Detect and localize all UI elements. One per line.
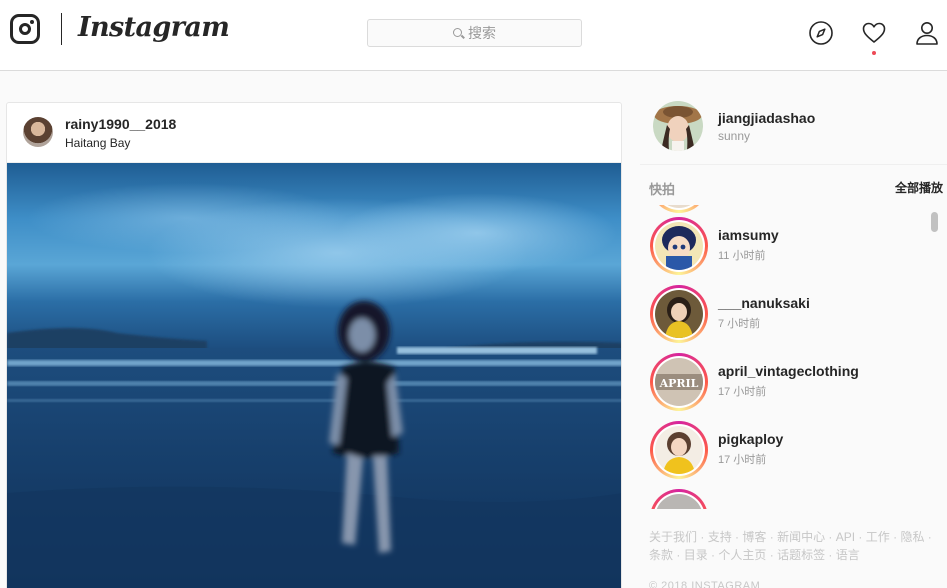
watch-all-button[interactable]: 全部播放: [895, 179, 943, 196]
story-ring: [650, 217, 708, 275]
top-navigation-bar: Instagram 搜索: [0, 0, 947, 71]
story-avatar: APRIL: [655, 358, 703, 406]
footer-link[interactable]: 条款: [649, 548, 673, 562]
footer-link[interactable]: 支持: [708, 530, 732, 544]
story-ring: APRIL: [650, 353, 708, 411]
story-item[interactable]: APRIL april_vintageclothing 17 小时前: [640, 349, 930, 413]
story-username: pigkaploy: [718, 431, 784, 447]
search-input[interactable]: 搜索: [367, 19, 582, 47]
search-placeholder: 搜索: [468, 25, 496, 41]
stories-scrollbar[interactable]: [930, 210, 938, 508]
story-item[interactable]: pigkaploy 17 小时前: [640, 417, 930, 481]
stories-panel: 快拍 全部播放 iamsumy 11 小时前 ___nanuksaki 7 小时…: [640, 164, 947, 509]
compass-icon[interactable]: [808, 20, 834, 46]
post-location[interactable]: Haitang Bay: [65, 136, 130, 150]
stories-title: 快拍: [649, 182, 676, 197]
search-icon: [453, 27, 462, 37]
instagram-wordmark[interactable]: Instagram: [78, 12, 230, 43]
post-author-username[interactable]: rainy1990__2018: [65, 116, 176, 132]
story-username: april_vintageclothing: [718, 363, 859, 379]
footer-link[interactable]: 隐私: [900, 530, 924, 544]
story-time: 11 小时前: [718, 250, 766, 262]
story-avatar: [655, 426, 703, 474]
heart-icon[interactable]: [861, 20, 887, 46]
story-ring: [650, 421, 708, 479]
post-header: rainy1990__2018 Haitang Bay: [7, 103, 621, 163]
story-time: 17 小时前: [718, 386, 767, 398]
story-time: 7 小时前: [718, 318, 761, 330]
story-avatar: [655, 290, 703, 338]
instagram-glyph-icon[interactable]: [10, 14, 40, 44]
current-user-fullname: sunny: [718, 129, 751, 143]
post-photo[interactable]: [7, 163, 621, 588]
current-user-avatar[interactable]: [653, 101, 703, 151]
story-ring: [650, 285, 708, 343]
notification-dot: [872, 51, 876, 55]
story-ring: [650, 489, 708, 509]
logo-divider: [61, 13, 62, 45]
story-item[interactable]: iamsumy 11 小时前: [640, 213, 930, 277]
story-avatar: [655, 222, 703, 270]
story-time: 17 小时前: [718, 454, 767, 466]
footer-link[interactable]: 关于我们: [649, 530, 697, 544]
footer-link[interactable]: 目录: [684, 548, 708, 562]
story-ring: [650, 205, 708, 213]
footer-link[interactable]: 话题标签: [777, 548, 825, 562]
avatar-photo: [653, 101, 703, 151]
story-item-partial-bottom[interactable]: [640, 485, 930, 509]
post-author-avatar[interactable]: [23, 117, 53, 147]
stories-list[interactable]: iamsumy 11 小时前 ___nanuksaki 7 小时前 APRIL …: [640, 205, 935, 509]
footer-link[interactable]: 博客: [742, 530, 766, 544]
user-icon[interactable]: [914, 20, 940, 46]
footer-link[interactable]: 个人主页: [718, 548, 766, 562]
footer-link[interactable]: API: [836, 530, 855, 544]
copyright: © 2018 INSTAGRAM: [649, 580, 761, 588]
footer-link[interactable]: 语言: [836, 548, 860, 562]
feed-post: rainy1990__2018 Haitang Bay: [6, 102, 622, 588]
footer-links: 关于我们 · 支持 · 博客 · 新闻中心 · API · 工作 · 隐私 · …: [649, 530, 932, 562]
scrollbar-thumb[interactable]: [931, 212, 938, 232]
footer-link[interactable]: 新闻中心: [777, 530, 825, 544]
footer-link[interactable]: 工作: [866, 530, 890, 544]
story-username: iamsumy: [718, 227, 779, 243]
svg-text:APRIL: APRIL: [659, 377, 699, 390]
beach-photo: [7, 163, 621, 588]
story-item[interactable]: ___nanuksaki 7 小时前: [640, 281, 930, 345]
current-user-username[interactable]: jiangjiadashao: [718, 110, 815, 126]
story-username: ___nanuksaki: [718, 295, 810, 311]
